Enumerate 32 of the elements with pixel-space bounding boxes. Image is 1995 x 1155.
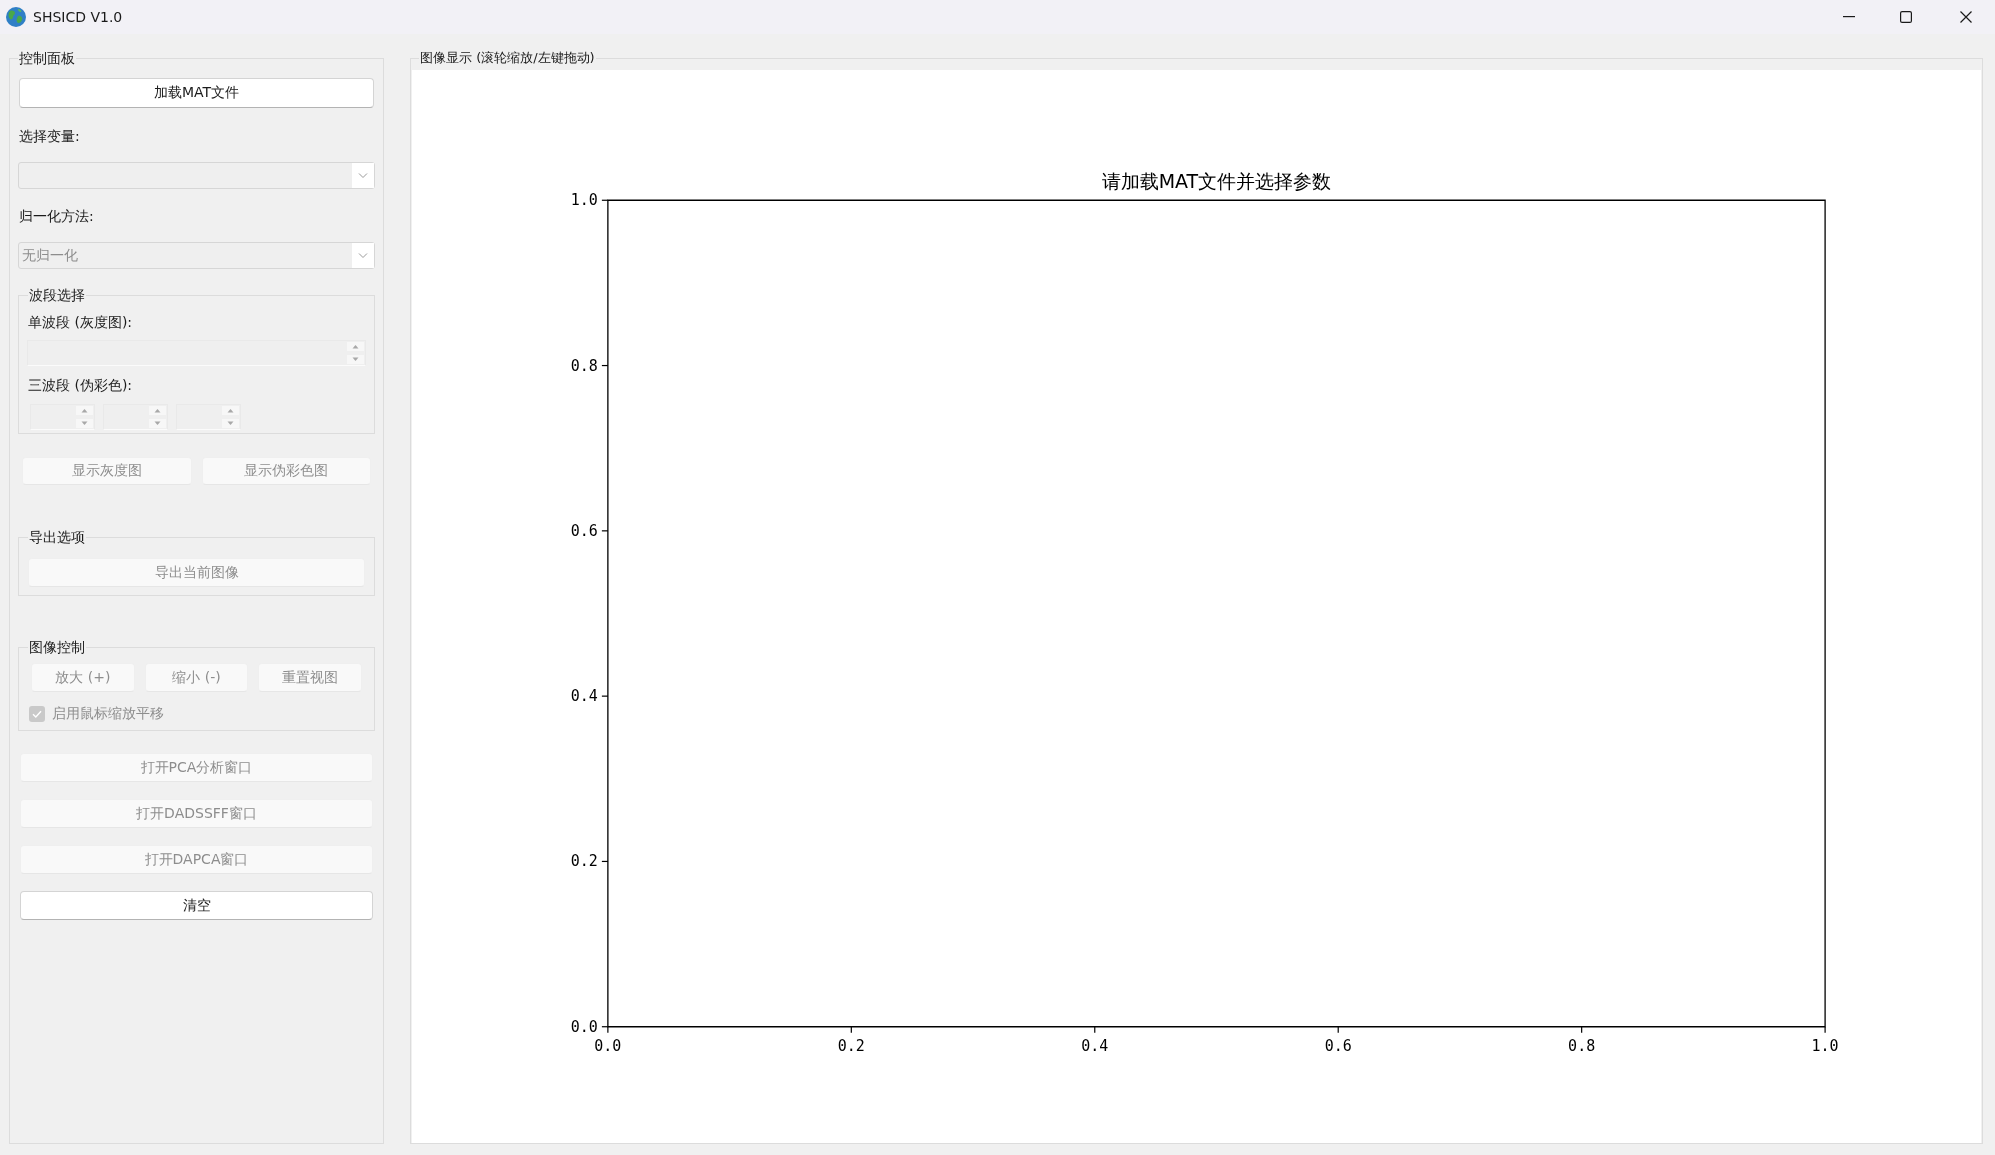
clear-button[interactable]: 清空 (20, 891, 373, 920)
close-icon[interactable] (1960, 11, 1972, 23)
globe-icon (6, 7, 26, 27)
field-label: 单波段 (灰度图): (28, 313, 133, 332)
group-title: 控制面板 (18, 49, 76, 67)
tick-label: 0.6 (1324, 1036, 1352, 1055)
group-title: 导出选项 (28, 528, 86, 546)
window-title: SHSICD V1.0 (33, 9, 123, 25)
field-label: 三波段 (伪彩色): (28, 376, 133, 395)
tick-label: 0.4 (570, 687, 598, 706)
tick-label: 1.0 (1811, 1036, 1839, 1055)
minimize-icon[interactable] (1843, 16, 1855, 18)
field-label: 归一化方法: (18, 207, 94, 226)
tick-label: 0.8 (570, 356, 598, 375)
maximize-icon[interactable] (1900, 11, 1912, 23)
tick-label: 0.6 (570, 521, 598, 540)
field-label: 选择变量: (18, 127, 80, 146)
tick-label: 0.8 (1568, 1036, 1596, 1055)
chevron-down-icon (352, 163, 374, 188)
tick-label: 1.0 (570, 191, 598, 210)
group-title: 图像显示 (滚轮缩放/左键拖动) (419, 49, 596, 67)
tick-label: 0.4 (1081, 1036, 1109, 1055)
group-title: 波段选择 (28, 286, 86, 304)
tick-label: 0.0 (570, 1017, 598, 1036)
tick-label: 0.0 (594, 1036, 622, 1055)
load-file-button[interactable]: 加载MAT文件 (19, 78, 374, 108)
chart-title: 请加载MAT文件并选择参数 (1101, 170, 1332, 193)
plot-canvas[interactable]: 请加载MAT文件并选择参数 0.0 0.2 0.4 0.6 0.8 1.0 0.0 0.2 0.4 0.6 0.8 1.0 (412, 70, 1981, 1143)
chevron-down-icon (352, 243, 374, 268)
tick-label: 0.2 (837, 1036, 865, 1055)
group-title: 图像控制 (28, 638, 86, 656)
tick-label: 0.2 (570, 852, 598, 871)
